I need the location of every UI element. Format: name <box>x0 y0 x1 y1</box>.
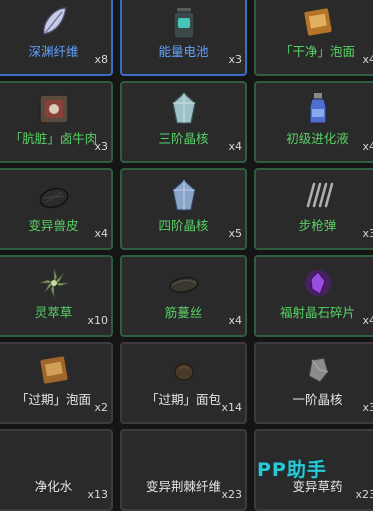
inventory-slot-spirit-herb[interactable]: 灵萃草 x10 <box>0 255 113 337</box>
item-count: x4 <box>362 140 373 153</box>
item-name: 一阶晶核 <box>292 392 343 407</box>
rifle-ammo-icon <box>306 182 333 208</box>
item-count: x23 <box>221 488 242 501</box>
item-count: x3 <box>228 53 242 66</box>
item-count: x14 <box>221 401 242 414</box>
inventory-slot-abyss-fiber[interactable]: 深渊纤维 x8 <box>0 0 113 76</box>
inventory-slot-mutant-hide[interactable]: 变异兽皮 x4 <box>0 168 113 250</box>
item-count: x4 <box>362 53 373 66</box>
item-count: x10 <box>87 314 108 327</box>
item-name: 三阶晶核 <box>158 131 209 146</box>
item-count: x3 <box>362 227 373 240</box>
purple-shard-icon <box>304 270 331 296</box>
item-name: 初级进化液 <box>286 131 349 146</box>
inventory-slot-evolution-fluid[interactable]: 初级进化液 x4 <box>254 81 373 163</box>
inventory-slot-tier4-core[interactable]: 四阶晶核 x5 <box>120 168 247 250</box>
grey-stone-icon <box>307 357 329 383</box>
inventory-grid: 深渊纤维 x8 能量电池 x3 「干净」泡面 x4 「肮脏」卤牛肉 x3 <box>0 0 373 511</box>
item-count: x13 <box>87 488 108 501</box>
item-count: x4 <box>94 227 108 240</box>
item-count: x4 <box>228 314 242 327</box>
item-count: x2 <box>94 401 108 414</box>
item-count: x3 <box>94 140 108 153</box>
watermark: PP助手 <box>257 459 327 481</box>
crystal-core-icon <box>171 179 196 211</box>
inventory-slot-vine-thread[interactable]: 筋蔓丝 x4 <box>120 255 247 337</box>
inventory-slot-tier3-core[interactable]: 三阶晶核 x4 <box>120 81 247 163</box>
inventory-slot-expired-noodles[interactable]: 「过期」泡面 x2 <box>0 342 113 424</box>
item-count: x3 <box>362 401 373 414</box>
item-name: 「干净」泡面 <box>279 44 355 59</box>
item-count: x5 <box>228 227 242 240</box>
item-count: x4 <box>362 314 373 327</box>
feather-crystal-icon <box>42 7 67 35</box>
inventory-slot-rifle-ammo[interactable]: 步枪弹 x3 <box>254 168 373 250</box>
crystal-core-icon <box>171 92 196 124</box>
item-name: 筋蔓丝 <box>164 305 203 320</box>
inventory-slot-tier1-core[interactable]: 一阶晶核 x3 <box>254 342 373 424</box>
inventory-slot-clean-noodles[interactable]: 「干净」泡面 x4 <box>254 0 373 76</box>
item-name: 福射晶石碎片 <box>279 305 355 320</box>
item-name: 步枪弹 <box>298 218 337 233</box>
inventory-slot-purified-water[interactable]: 净化水 x13 <box>0 429 113 511</box>
inventory-slot-dirty-beef[interactable]: 「肮脏」卤牛肉 x3 <box>0 81 113 163</box>
noodle-pack-icon <box>303 8 332 36</box>
item-count: x4 <box>228 140 242 153</box>
inventory-slot-energy-battery[interactable]: 能量电池 x3 <box>120 0 247 76</box>
bread-icon <box>173 363 194 381</box>
item-count: x8 <box>94 53 108 66</box>
inventory-slot-radiation-shard[interactable]: 福射晶石碎片 x4 <box>254 255 373 337</box>
inventory-slot-thorn-fiber[interactable]: 变异荆棘纤维 x23 <box>120 429 247 511</box>
item-name: 四阶晶核 <box>158 218 209 233</box>
item-name: 能量电池 <box>158 44 209 59</box>
inventory-slot-expired-bread[interactable]: 「过期」面包 x14 <box>120 342 247 424</box>
item-count: x23 <box>355 488 373 501</box>
herb-icon <box>38 267 69 299</box>
potion-bottle-icon <box>309 93 326 124</box>
hide-roll-icon <box>39 187 68 209</box>
meat-can-icon <box>38 94 69 124</box>
battery-icon <box>173 8 194 39</box>
noodle-pack-icon <box>39 356 68 384</box>
vine-thread-icon <box>168 276 199 294</box>
